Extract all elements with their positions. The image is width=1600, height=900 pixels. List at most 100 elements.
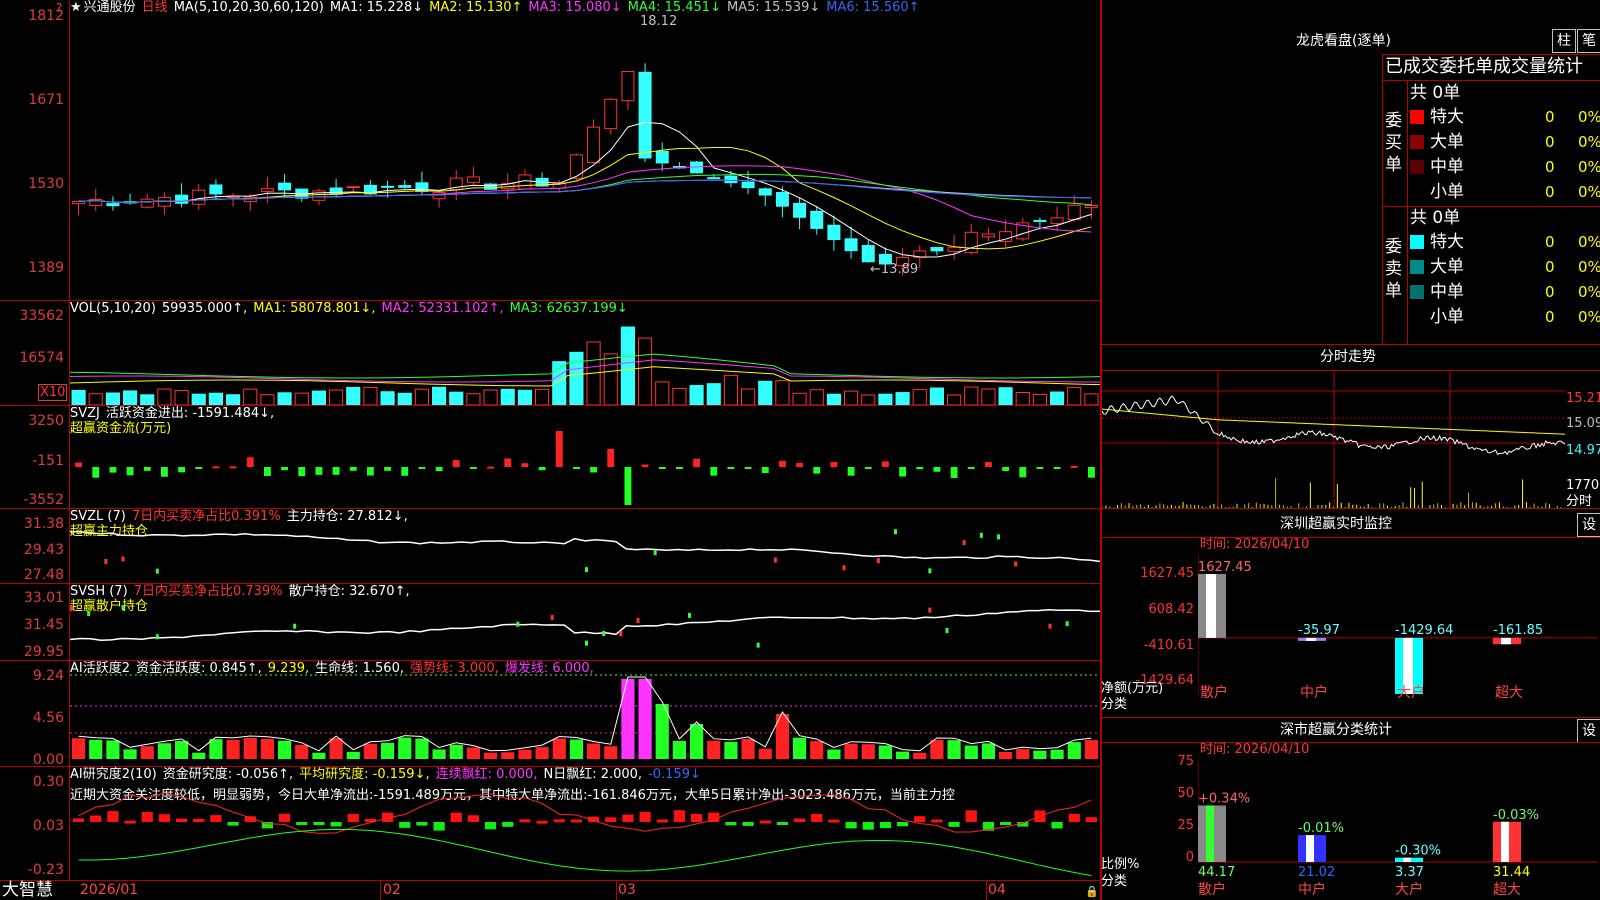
sell-row: 特大 0 0%: [1410, 231, 1600, 253]
volume-bar: [311, 390, 326, 405]
volume-bar: [861, 394, 876, 405]
research-bar: [176, 818, 188, 822]
holding-tick: [928, 568, 932, 574]
candle-body: [758, 188, 772, 196]
flow-bar: [899, 467, 907, 477]
svzj-chart[interactable]: [70, 430, 1100, 508]
flow-bar: [624, 467, 632, 505]
ai1-axis-1: 4.56: [32, 710, 64, 726]
cls-axis-2: 25: [1177, 818, 1194, 833]
ai-research-chart[interactable]: [70, 767, 1100, 880]
flow-bar: [92, 467, 100, 478]
color-swatch-icon: [1410, 110, 1424, 124]
svsh-chart[interactable]: [70, 584, 1100, 660]
volume-bar: [346, 386, 361, 405]
holding-tick: [293, 623, 297, 629]
candle-body: [861, 245, 875, 263]
candle-body: [793, 202, 807, 218]
holding-tick: [87, 611, 91, 617]
candle-body: [1067, 204, 1081, 220]
intraday-chart[interactable]: [1102, 371, 1565, 508]
ma-item-3: MA3: 15.080↓: [528, 0, 622, 15]
activity-bar: [569, 739, 583, 759]
candle-body: [329, 187, 343, 195]
flow-bar: [916, 467, 924, 470]
holding-line: [70, 609, 1100, 641]
activity-bar: [947, 740, 961, 759]
price-axis-2: 1530: [28, 176, 64, 192]
volume-chart[interactable]: [70, 315, 1100, 405]
lhb-top-line: [1382, 54, 1600, 55]
activity-bar: [260, 738, 274, 759]
activity-bar: [741, 738, 755, 759]
candlestick-chart[interactable]: [70, 16, 1100, 300]
activity-bar: [930, 739, 944, 759]
date-tick-3: [986, 881, 987, 900]
activity-bar: [707, 740, 721, 759]
sz-monitor-settings-button[interactable]: 设: [1577, 513, 1600, 537]
research-bar: [931, 819, 943, 823]
flow-bar: [555, 431, 563, 467]
flow-bar: [675, 467, 683, 469]
svzl-axis-0: 31.38: [23, 516, 64, 532]
flow-bar: [263, 467, 271, 477]
stock-name[interactable]: 兴通股份: [84, 0, 136, 15]
intraday-axis-0: 15.21: [1566, 391, 1600, 406]
candle-body: [930, 247, 944, 252]
buy-row: 大单 0 0%: [1410, 131, 1600, 153]
lhb-title: 龙虎看盘(逐单): [1296, 33, 1391, 49]
volume-bar: [758, 380, 773, 405]
volume-ma-line: [70, 353, 1100, 379]
volume-bar: [105, 392, 120, 405]
volume-bar: [964, 386, 979, 405]
volume-bar: [723, 374, 738, 405]
svzl-chart[interactable]: [70, 509, 1100, 583]
flow-bar: [315, 467, 323, 475]
buy-row: 小单 0 0%: [1410, 181, 1600, 203]
flow-bar: [796, 462, 804, 467]
class-change-label: +0.34%: [1198, 791, 1250, 806]
class-category-label: 大户: [1395, 881, 1423, 898]
volume-bar: [294, 392, 309, 405]
holding-tick: [585, 640, 588, 646]
color-swatch-icon: [1410, 185, 1424, 199]
research-bar: [90, 815, 102, 822]
volume-bar: [981, 388, 996, 405]
tick-mode-button[interactable]: 笔: [1577, 29, 1600, 53]
color-swatch-icon: [1410, 285, 1424, 299]
candle-body: [810, 210, 824, 229]
net-bar-4: [1493, 637, 1521, 645]
bar-mode-button[interactable]: 柱: [1552, 29, 1576, 53]
activity-bar: [724, 741, 738, 759]
flow-bar: [590, 467, 598, 473]
sz-net-chart[interactable]: 1627.45 散户 -35.97 中户 -1429.64 大户 -161.85 超大: [1198, 554, 1600, 714]
activity-bar: [123, 749, 137, 759]
flow-bar: [75, 462, 83, 467]
activity-bar: [1033, 750, 1047, 759]
ma-item-4: MA4: 15.451↓: [627, 0, 721, 15]
net-category-label: 中户: [1300, 684, 1328, 701]
candle-body: [724, 175, 738, 184]
holding-tick: [516, 621, 520, 627]
class-value-label: 31.44: [1493, 865, 1530, 880]
ai2-axis-0: 0.30: [32, 774, 64, 790]
period-label[interactable]: 日线: [142, 0, 168, 15]
flow-bar: [881, 461, 889, 467]
vol-ma3: MA3: 62637.199↓: [509, 301, 628, 316]
flow-bar: [418, 467, 426, 469]
holding-tick: [636, 617, 640, 623]
sz-monitor-title-line: [1102, 537, 1600, 538]
lock-icon[interactable]: 🔒: [1085, 884, 1099, 900]
ma-line-2: [78, 147, 1092, 250]
sz-class-settings-button[interactable]: 设: [1577, 719, 1600, 743]
sell-row-count: 0: [1545, 258, 1555, 276]
flow-bar: [572, 467, 580, 469]
volume-bar: [895, 392, 910, 405]
holding-tick: [773, 557, 777, 563]
sz-class-chart[interactable]: +0.34% 44.17散户 -0.01% 21.02中户 -0.30% 3.37大户 -0…: [1198, 760, 1600, 900]
activity-bar: [690, 724, 704, 759]
ai-activity-chart[interactable]: [70, 661, 1100, 766]
svzj-axis-1: -151: [32, 453, 64, 469]
flow-bar: [984, 462, 992, 467]
research-bar: [605, 817, 617, 822]
